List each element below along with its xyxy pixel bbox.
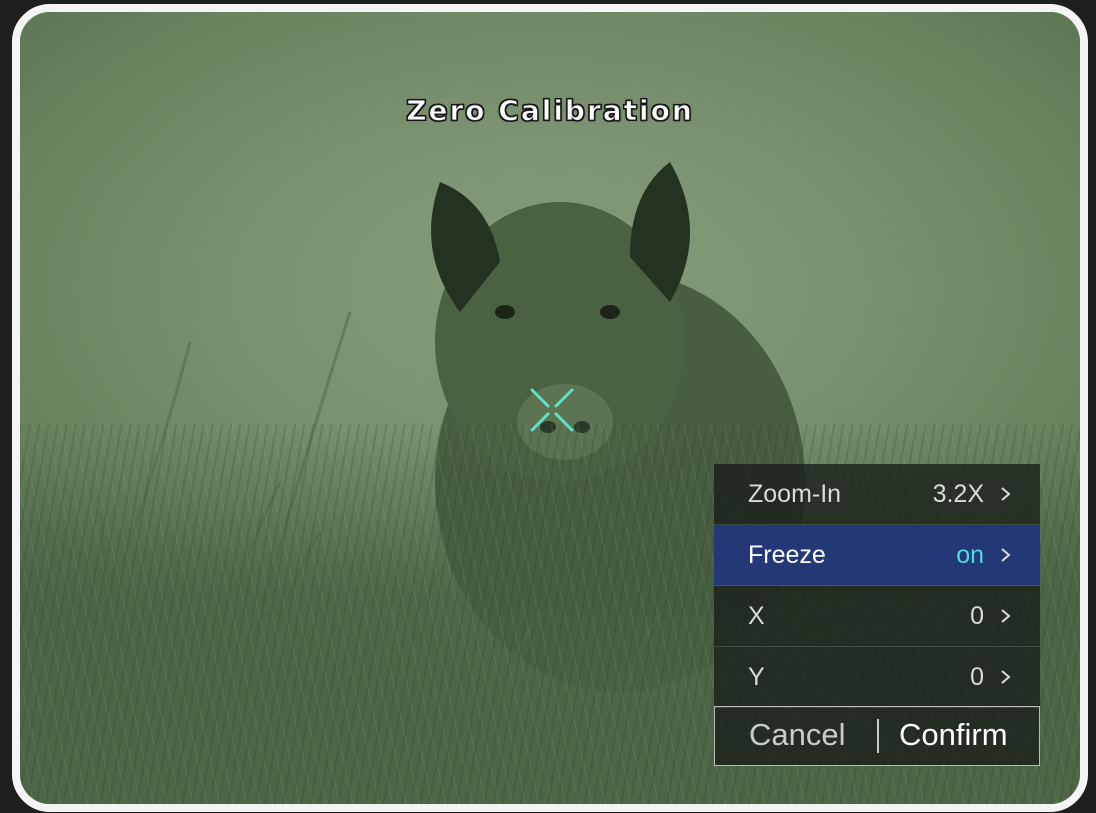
calibration-menu: Zoom-In 3.2X Freeze on X 0 Y 0 Cancel Co…	[714, 464, 1040, 766]
crosshair-x-icon	[530, 388, 574, 432]
menu-item-value: 0	[970, 601, 984, 630]
action-divider	[877, 719, 879, 753]
confirm-button[interactable]: Confirm	[899, 717, 1008, 753]
chevron-right-icon	[1001, 609, 1011, 623]
menu-item-label: Zoom-In	[748, 479, 842, 508]
viewfinder-frame: Zero Calibration Zoom-In 3.2X Freeze on …	[12, 4, 1088, 812]
chevron-right-icon	[1001, 670, 1011, 684]
cancel-button[interactable]: Cancel	[749, 717, 846, 753]
menu-item-freeze[interactable]: Freeze on	[714, 525, 1040, 586]
menu-item-label: Freeze	[748, 540, 826, 569]
chevron-right-icon	[1001, 548, 1011, 562]
menu-item-x[interactable]: X 0	[714, 586, 1040, 647]
chevron-right-icon	[1001, 487, 1011, 501]
menu-item-label: X	[748, 601, 765, 630]
menu-item-value: 3.2X	[932, 479, 984, 508]
menu-item-zoom-in[interactable]: Zoom-In 3.2X	[714, 464, 1040, 525]
menu-item-label: Y	[748, 662, 765, 691]
menu-item-y[interactable]: Y 0	[714, 647, 1040, 708]
page-title: Zero Calibration	[406, 94, 694, 128]
menu-item-value: on	[956, 540, 984, 569]
action-bar: Cancel Confirm	[714, 706, 1040, 766]
menu-item-value: 0	[970, 662, 984, 691]
